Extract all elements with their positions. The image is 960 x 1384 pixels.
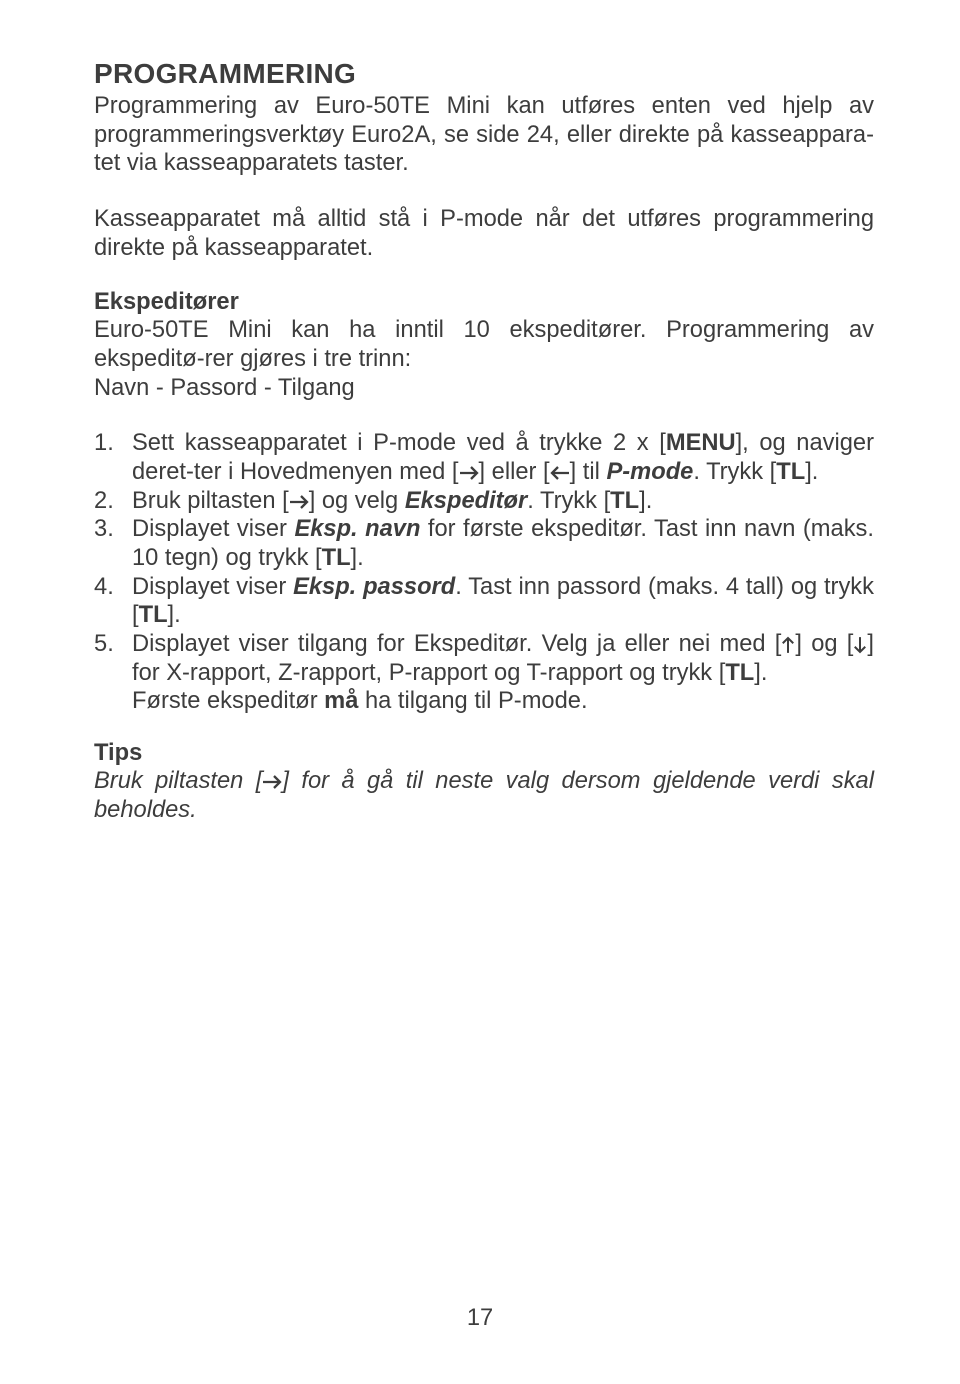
text: Første ekspeditør (132, 688, 324, 714)
text: Displayet viser (132, 516, 294, 542)
text: ] og velg (309, 488, 405, 514)
key-tl: TL (725, 660, 754, 686)
arrow-right-icon (262, 774, 282, 790)
key-tl: TL (776, 459, 805, 485)
page-number: 17 (0, 1305, 960, 1332)
text: . Trykk [ (693, 459, 776, 485)
key-menu: MENU (666, 430, 736, 456)
text: Displayet viser (132, 574, 293, 600)
eksp-navn-label: Eksp. navn (294, 516, 420, 542)
text: ]. (351, 545, 364, 571)
instruction-item-1: Sett kasseapparatet i P-mode ved å trykk… (94, 429, 874, 486)
page-title: PROGRAMMERING (94, 58, 874, 90)
text: ]. (639, 488, 652, 514)
text: ha tilgang til P-mode. (358, 688, 587, 714)
ekspeditor-label: Ekspeditør (405, 488, 527, 514)
arrow-left-icon (550, 465, 570, 481)
text: . Trykk [ (527, 488, 610, 514)
text: ] eller [ (479, 459, 550, 485)
text: Sett kasseapparatet i P-mode ved å trykk… (132, 430, 666, 456)
tips-body: Bruk piltasten [] for å gå til neste val… (94, 767, 874, 824)
arrow-up-icon (781, 635, 795, 655)
instruction-item-3: Displayet viser Eksp. navn for første ek… (94, 515, 874, 572)
document-page: PROGRAMMERING Programmering av Euro-50TE… (0, 0, 960, 1384)
section-heading-ekspeditorer: Ekspeditører (94, 289, 874, 316)
key-tl: TL (610, 488, 639, 514)
eksp-passord-label: Eksp. passord (293, 574, 455, 600)
arrow-right-icon (459, 465, 479, 481)
arrow-down-icon (853, 635, 867, 655)
ekspeditorer-paragraph: Euro-50TE Mini kan ha inntil 10 ekspedit… (94, 316, 874, 402)
instruction-item-2: Bruk piltasten [ ] og velg Ekspeditør. Tr… (94, 487, 874, 516)
text: ]. (805, 459, 818, 485)
instruction-item-4: Displayet viser Eksp. passord. Tast inn … (94, 573, 874, 630)
text: ]. (168, 602, 181, 628)
key-tl: TL (139, 602, 168, 628)
arrow-right-icon (289, 494, 309, 510)
text: Bruk piltasten [ (132, 488, 289, 514)
intro-paragraph-1: Programmering av Euro-50TE Mini kan utfø… (94, 92, 874, 178)
instruction-item-5: Displayet viser tilgang for Ekspeditør. … (94, 630, 874, 716)
text: ] og [ (795, 631, 853, 657)
text: ]. (754, 660, 767, 686)
pmode-label: P-mode (606, 459, 693, 485)
text: Displayet viser tilgang for Ekspeditør. … (132, 631, 781, 657)
text: Bruk piltasten [ (94, 768, 262, 794)
emphasis-ma: må (324, 688, 358, 714)
tips-heading: Tips (94, 740, 874, 767)
key-tl: TL (322, 545, 351, 571)
instruction-list: Sett kasseapparatet i P-mode ved å trykk… (94, 429, 874, 716)
text: Euro-50TE Mini kan ha inntil 10 ekspedit… (94, 317, 874, 372)
text: Navn - Passord - Tilgang (94, 375, 355, 401)
intro-paragraph-2: Kasseapparatet må alltid stå i P-mode nå… (94, 205, 874, 262)
text: ] til (570, 459, 607, 485)
